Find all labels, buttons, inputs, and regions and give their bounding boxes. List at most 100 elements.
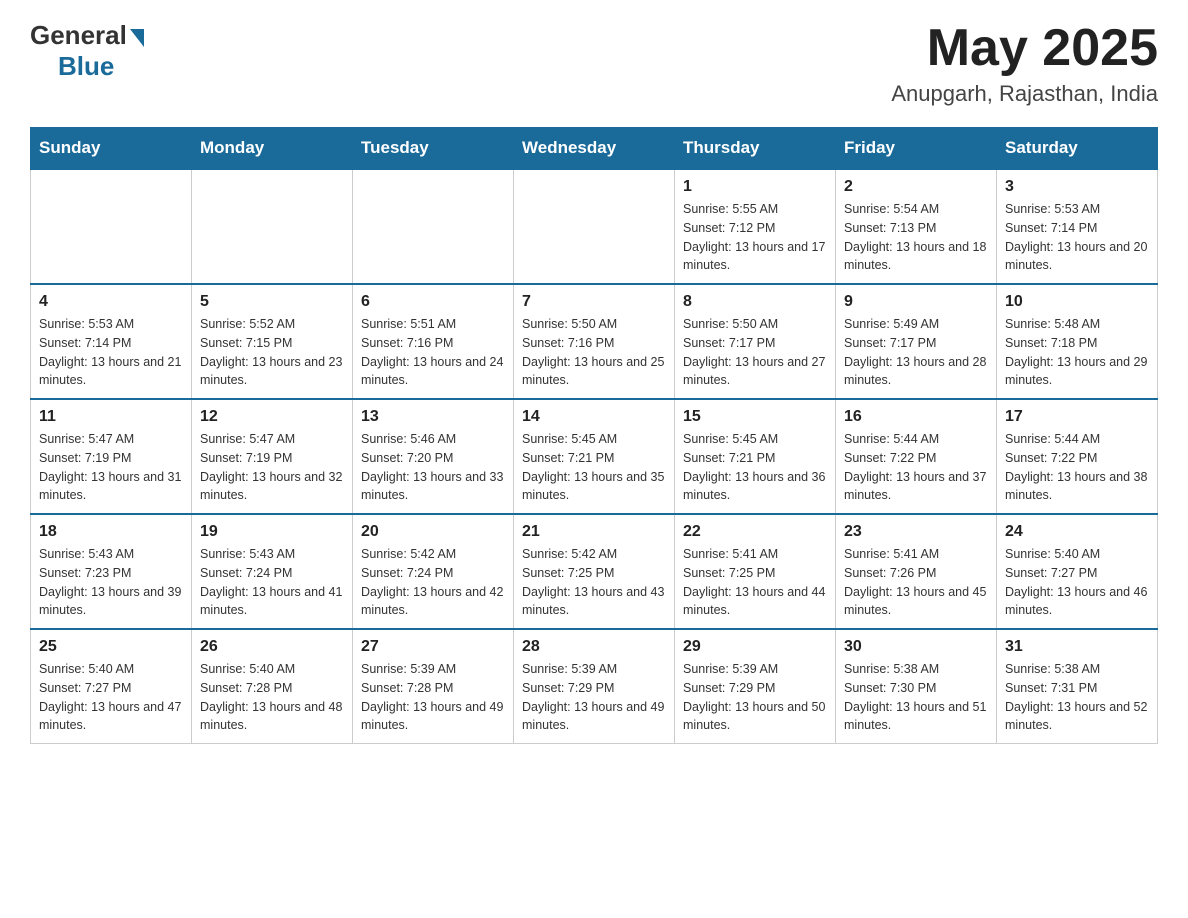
logo-general-text: General [30, 20, 127, 51]
day-number: 16 [844, 408, 988, 426]
day-number: 25 [39, 638, 183, 656]
day-info: Sunrise: 5:43 AM Sunset: 7:23 PM Dayligh… [39, 545, 183, 620]
day-number: 24 [1005, 523, 1149, 541]
logo-triangle-icon [130, 29, 144, 47]
day-number: 8 [683, 293, 827, 311]
calendar-cell: 9Sunrise: 5:49 AM Sunset: 7:17 PM Daylig… [836, 284, 997, 399]
calendar-cell [192, 169, 353, 284]
calendar-header-row: SundayMondayTuesdayWednesdayThursdayFrid… [31, 128, 1158, 170]
calendar-cell: 15 Sunrise: 5:45 AM Sunset: 7:21 PM Dayli… [675, 399, 836, 514]
day-info: Sunrise: 5:44 AM Sunset: 7:22 PM Dayligh… [1005, 430, 1149, 505]
day-number: 6 [361, 293, 505, 311]
week-row-2: 4 Sunrise: 5:53 AM Sunset: 7:14 PM Daylig… [31, 284, 1158, 399]
day-info: Sunrise: 5:50 AM Sunset: 7:17 PM Dayligh… [683, 315, 827, 390]
day-info: Sunrise: 5:39 AM Sunset: 7:29 PM Dayligh… [683, 660, 827, 735]
calendar-table: SundayMondayTuesdayWednesdayThursdayFrid… [30, 127, 1158, 744]
week-row-4: 18 Sunrise: 5:43 AM Sunset: 7:23 PM Dayli… [31, 514, 1158, 629]
day-number: 18 [39, 523, 183, 541]
week-row-1: 1 Sunrise: 5:55 AM Sunset: 7:12 PM Daylig… [31, 169, 1158, 284]
calendar-cell: 12 Sunrise: 5:47 AM Sunset: 7:19 PM Dayli… [192, 399, 353, 514]
calendar-cell: 11 Sunrise: 5:47 AM Sunset: 7:19 PM Dayli… [31, 399, 192, 514]
day-info: Sunrise: 5:40 AM Sunset: 7:28 PM Dayligh… [200, 660, 344, 735]
calendar-cell [353, 169, 514, 284]
day-number: 20 [361, 523, 505, 541]
calendar-cell: 3Sunrise: 5:53 AM Sunset: 7:14 PM Daylig… [997, 169, 1158, 284]
calendar-cell: 1 Sunrise: 5:55 AM Sunset: 7:12 PM Daylig… [675, 169, 836, 284]
day-number: 3 [1005, 178, 1149, 196]
day-info: Sunrise: 5:47 AM Sunset: 7:19 PM Dayligh… [200, 430, 344, 505]
calendar-cell: 18 Sunrise: 5:43 AM Sunset: 7:23 PM Dayli… [31, 514, 192, 629]
day-info: Sunrise: 5:50 AM Sunset: 7:16 PM Dayligh… [522, 315, 666, 390]
calendar-cell: 5 Sunrise: 5:52 AM Sunset: 7:15 PM Daylig… [192, 284, 353, 399]
day-number: 7 [522, 293, 666, 311]
col-header-tuesday: Tuesday [353, 128, 514, 170]
calendar-cell: 19 Sunrise: 5:43 AM Sunset: 7:24 PM Dayli… [192, 514, 353, 629]
day-info: Sunrise: 5:46 AM Sunset: 7:20 PM Dayligh… [361, 430, 505, 505]
calendar-cell: 31 Sunrise: 5:38 AM Sunset: 7:31 PM Dayli… [997, 629, 1158, 744]
calendar-cell: 25 Sunrise: 5:40 AM Sunset: 7:27 PM Dayli… [31, 629, 192, 744]
col-header-sunday: Sunday [31, 128, 192, 170]
page-header: General Blue May 2025 Anupgarh, Rajastha… [30, 20, 1158, 107]
calendar-cell: 24 Sunrise: 5:40 AM Sunset: 7:27 PM Dayli… [997, 514, 1158, 629]
day-info: Sunrise: 5:41 AM Sunset: 7:25 PM Dayligh… [683, 545, 827, 620]
calendar-cell: 7 Sunrise: 5:50 AM Sunset: 7:16 PM Daylig… [514, 284, 675, 399]
logo-blue-text: Blue [58, 51, 114, 82]
day-number: 11 [39, 408, 183, 426]
day-number: 23 [844, 523, 988, 541]
day-info: Sunrise: 5:38 AM Sunset: 7:31 PM Dayligh… [1005, 660, 1149, 735]
week-row-3: 11 Sunrise: 5:47 AM Sunset: 7:19 PM Dayli… [31, 399, 1158, 514]
day-info: Sunrise: 5:45 AM Sunset: 7:21 PM Dayligh… [683, 430, 827, 505]
day-info: Sunrise: 5:54 AM Sunset: 7:13 PM Dayligh… [844, 200, 988, 275]
calendar-cell: 27 Sunrise: 5:39 AM Sunset: 7:28 PM Dayli… [353, 629, 514, 744]
day-info: Sunrise: 5:42 AM Sunset: 7:24 PM Dayligh… [361, 545, 505, 620]
day-number: 19 [200, 523, 344, 541]
calendar-cell: 13 Sunrise: 5:46 AM Sunset: 7:20 PM Dayli… [353, 399, 514, 514]
day-info: Sunrise: 5:45 AM Sunset: 7:21 PM Dayligh… [522, 430, 666, 505]
calendar-cell [31, 169, 192, 284]
day-info: Sunrise: 5:51 AM Sunset: 7:16 PM Dayligh… [361, 315, 505, 390]
day-info: Sunrise: 5:40 AM Sunset: 7:27 PM Dayligh… [39, 660, 183, 735]
day-number: 15 [683, 408, 827, 426]
day-info: Sunrise: 5:44 AM Sunset: 7:22 PM Dayligh… [844, 430, 988, 505]
calendar-cell: 16 Sunrise: 5:44 AM Sunset: 7:22 PM Dayli… [836, 399, 997, 514]
day-info: Sunrise: 5:52 AM Sunset: 7:15 PM Dayligh… [200, 315, 344, 390]
day-number: 10 [1005, 293, 1149, 311]
calendar-cell: 30Sunrise: 5:38 AM Sunset: 7:30 PM Dayli… [836, 629, 997, 744]
day-number: 13 [361, 408, 505, 426]
calendar-cell: 10 Sunrise: 5:48 AM Sunset: 7:18 PM Dayli… [997, 284, 1158, 399]
day-info: Sunrise: 5:55 AM Sunset: 7:12 PM Dayligh… [683, 200, 827, 275]
calendar-cell [514, 169, 675, 284]
calendar-cell: 20 Sunrise: 5:42 AM Sunset: 7:24 PM Dayli… [353, 514, 514, 629]
day-info: Sunrise: 5:48 AM Sunset: 7:18 PM Dayligh… [1005, 315, 1149, 390]
day-number: 31 [1005, 638, 1149, 656]
day-info: Sunrise: 5:43 AM Sunset: 7:24 PM Dayligh… [200, 545, 344, 620]
day-number: 17 [1005, 408, 1149, 426]
day-number: 5 [200, 293, 344, 311]
day-info: Sunrise: 5:41 AM Sunset: 7:26 PM Dayligh… [844, 545, 988, 620]
day-info: Sunrise: 5:39 AM Sunset: 7:28 PM Dayligh… [361, 660, 505, 735]
calendar-cell: 17 Sunrise: 5:44 AM Sunset: 7:22 PM Dayli… [997, 399, 1158, 514]
calendar-cell: 8 Sunrise: 5:50 AM Sunset: 7:17 PM Daylig… [675, 284, 836, 399]
col-header-friday: Friday [836, 128, 997, 170]
calendar-cell: 21Sunrise: 5:42 AM Sunset: 7:25 PM Dayli… [514, 514, 675, 629]
calendar-cell: 28 Sunrise: 5:39 AM Sunset: 7:29 PM Dayli… [514, 629, 675, 744]
calendar-cell: 4 Sunrise: 5:53 AM Sunset: 7:14 PM Daylig… [31, 284, 192, 399]
day-number: 14 [522, 408, 666, 426]
col-header-saturday: Saturday [997, 128, 1158, 170]
month-year-title: May 2025 [891, 20, 1158, 77]
day-number: 12 [200, 408, 344, 426]
day-number: 28 [522, 638, 666, 656]
day-info: Sunrise: 5:53 AM Sunset: 7:14 PM Dayligh… [39, 315, 183, 390]
day-info: Sunrise: 5:40 AM Sunset: 7:27 PM Dayligh… [1005, 545, 1149, 620]
day-info: Sunrise: 5:47 AM Sunset: 7:19 PM Dayligh… [39, 430, 183, 505]
calendar-cell: 22Sunrise: 5:41 AM Sunset: 7:25 PM Dayli… [675, 514, 836, 629]
calendar-cell: 6 Sunrise: 5:51 AM Sunset: 7:16 PM Daylig… [353, 284, 514, 399]
col-header-wednesday: Wednesday [514, 128, 675, 170]
day-number: 1 [683, 178, 827, 196]
day-number: 27 [361, 638, 505, 656]
day-info: Sunrise: 5:49 AM Sunset: 7:17 PM Dayligh… [844, 315, 988, 390]
day-number: 4 [39, 293, 183, 311]
day-info: Sunrise: 5:39 AM Sunset: 7:29 PM Dayligh… [522, 660, 666, 735]
calendar-cell: 2Sunrise: 5:54 AM Sunset: 7:13 PM Daylig… [836, 169, 997, 284]
week-row-5: 25 Sunrise: 5:40 AM Sunset: 7:27 PM Dayli… [31, 629, 1158, 744]
